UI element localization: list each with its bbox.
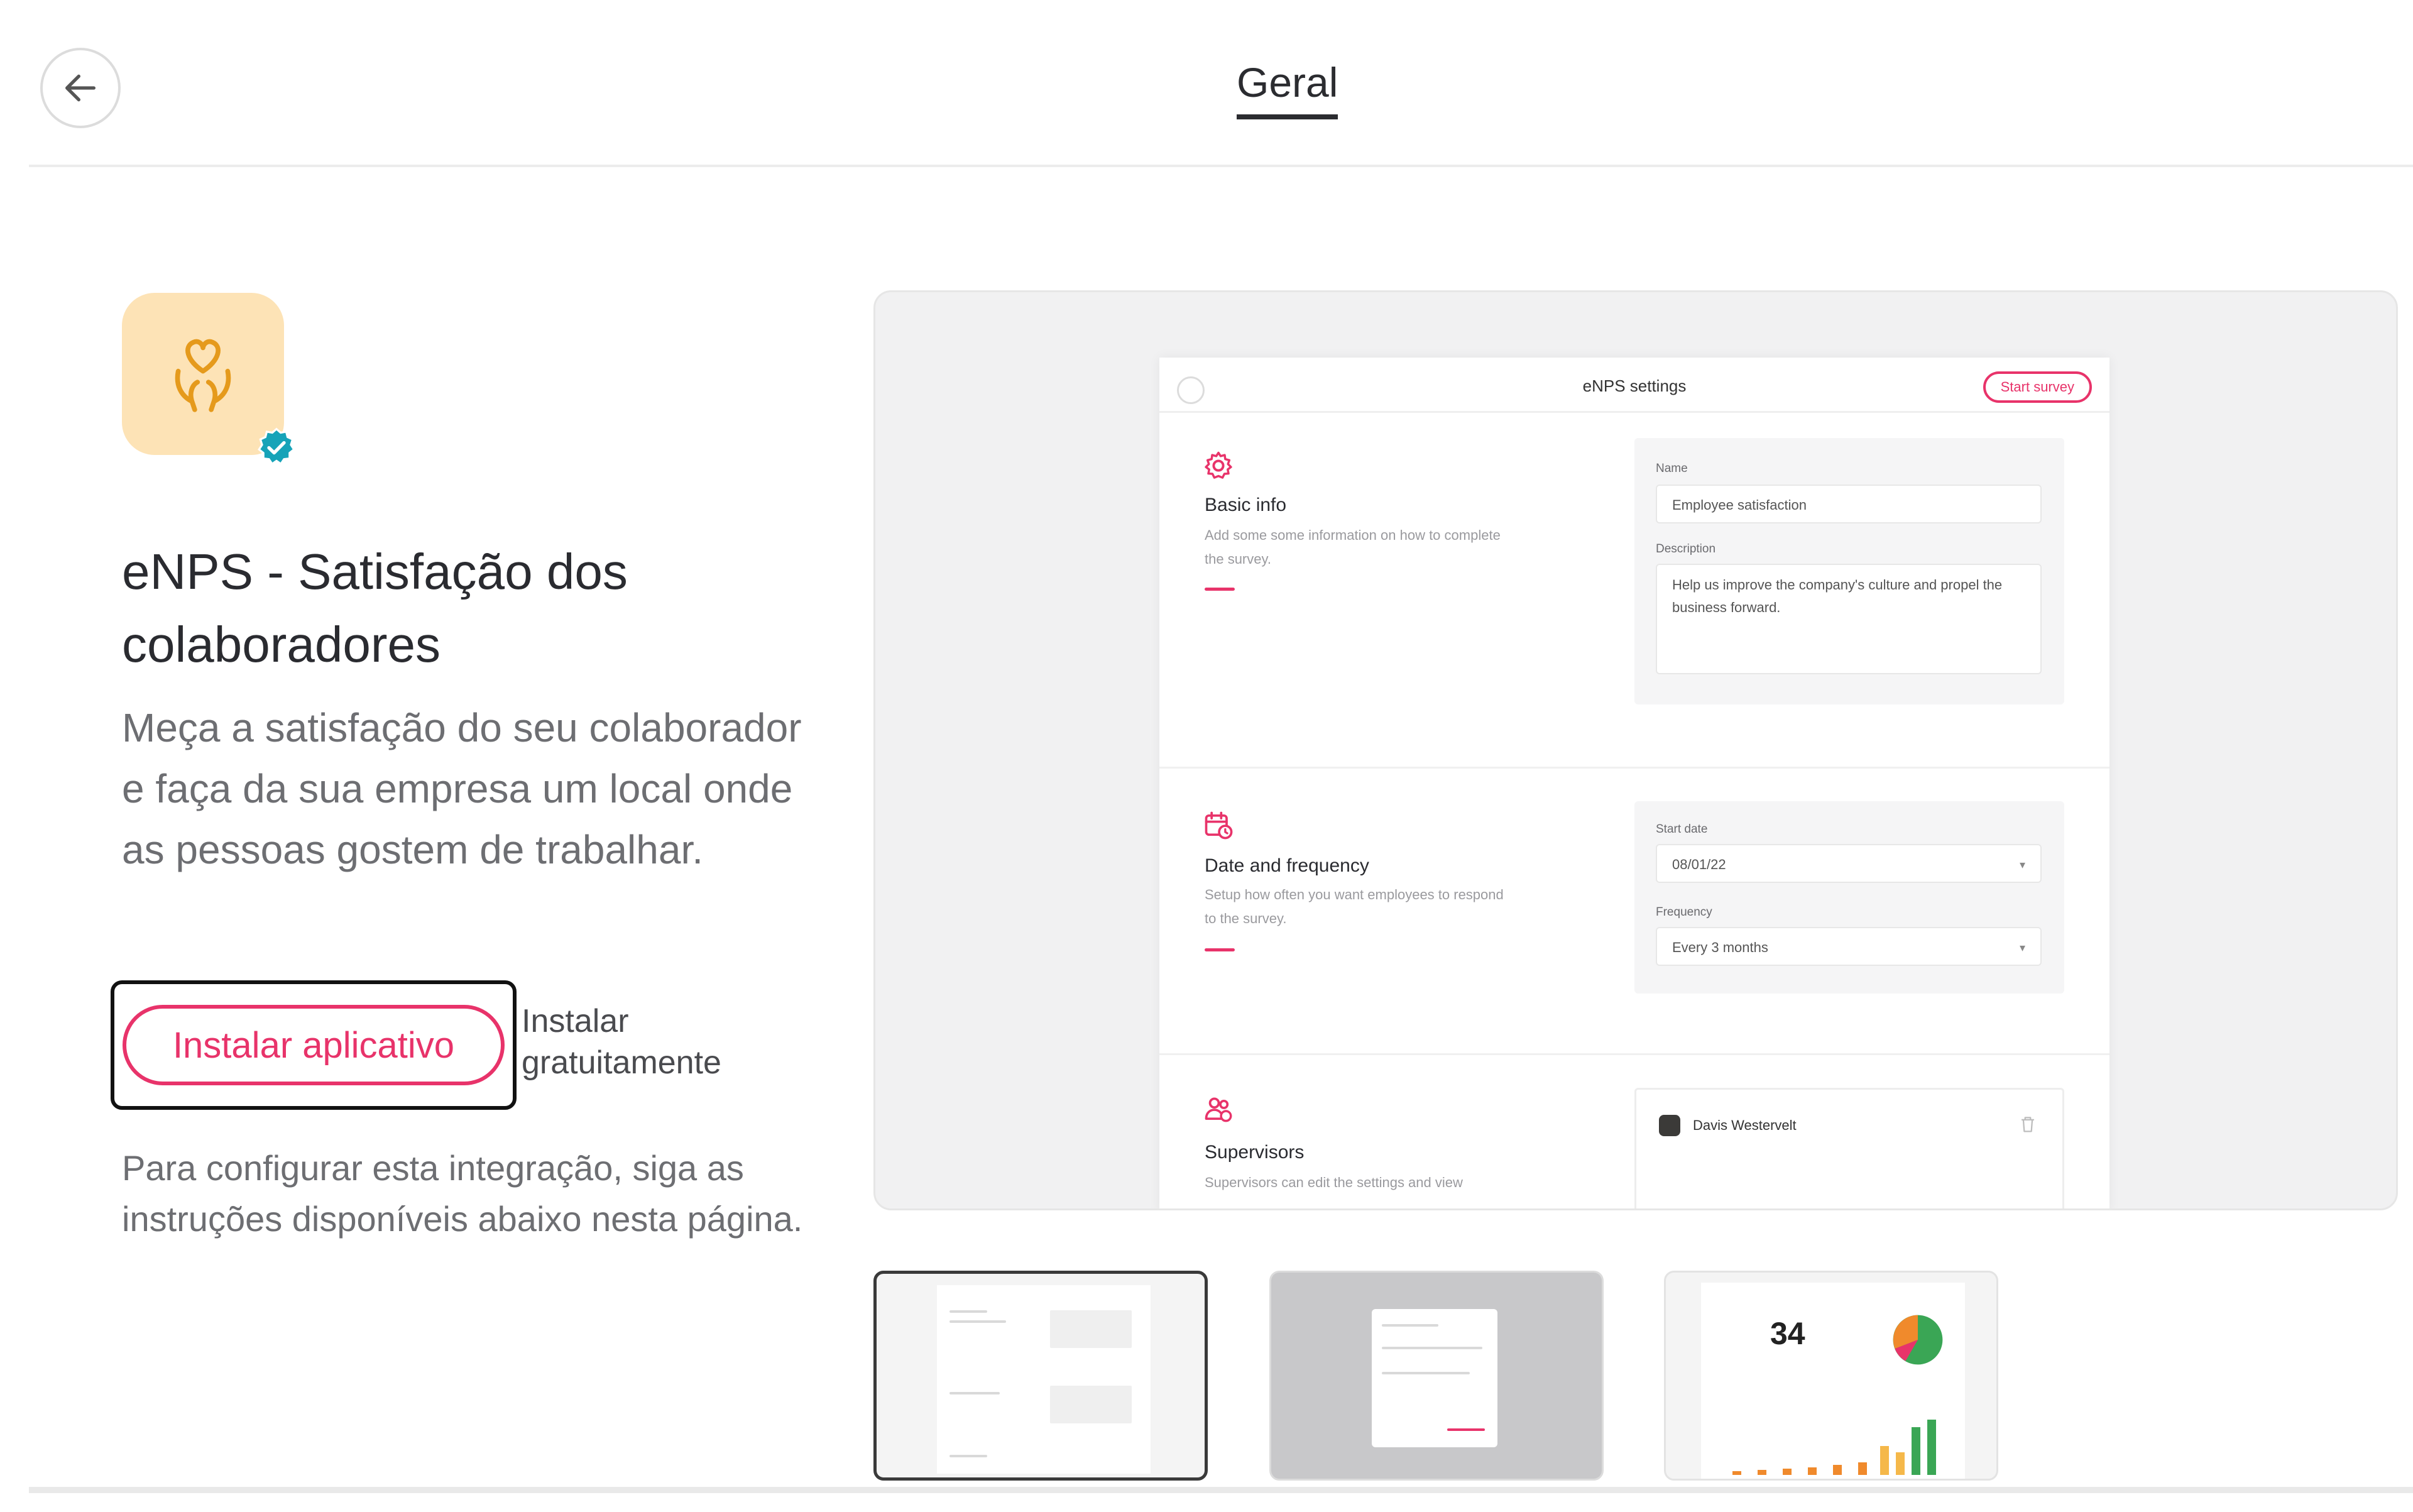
frequency-label: Frequency [1656, 906, 1712, 919]
thumb-line [1382, 1324, 1438, 1327]
frequency-select: Every 3 months ▾ [1656, 927, 2042, 966]
supervisors-section: Supervisors Supervisors can edit the set… [1159, 1055, 2109, 1208]
thumb-block [1050, 1310, 1132, 1348]
screenshot-preview[interactable]: eNPS settings Start survey Basic info Ad… [873, 290, 2398, 1210]
basic-info-title: Basic info [1205, 495, 1287, 515]
thumb-accent [1447, 1428, 1485, 1431]
thumb-line [1382, 1347, 1482, 1349]
basic-info-accent [1205, 588, 1235, 591]
thumb-line [1382, 1372, 1470, 1374]
avatar [1659, 1115, 1680, 1136]
chevron-down-icon: ▾ [2019, 858, 2025, 871]
chevron-down-icon: ▾ [2019, 941, 2025, 954]
thumbnail-sheet [937, 1285, 1151, 1474]
thumbnail-2[interactable] [1269, 1271, 1604, 1481]
thumbnail-dashboard: 34 [1701, 1283, 1965, 1479]
description-label: Description [1656, 542, 1716, 556]
start-date-label: Start date [1656, 823, 1708, 836]
heart-hands-icon [175, 339, 231, 412]
config-instructions: Para configurar esta integração, siga as… [122, 1148, 803, 1239]
app-description: Meça a satisfação do seu colaborador e f… [122, 705, 802, 872]
basic-info-form: Name Employee satisfaction Description H… [1634, 438, 2064, 704]
name-label: Name [1656, 462, 1688, 475]
date-frequency-desc: Setup how often you want employees to re… [1205, 887, 1504, 926]
tab-geral[interactable]: Geral [1237, 62, 1338, 119]
date-frequency-section: Date and frequency Setup how often you w… [1159, 769, 2109, 1055]
thumb-line [949, 1310, 987, 1313]
date-frequency-title: Date and frequency [1205, 855, 1369, 876]
thumb-line [949, 1392, 1000, 1394]
arrow-left-icon [65, 74, 96, 102]
preview-topbar: eNPS settings Start survey [1159, 358, 2109, 413]
thumbnail-1[interactable] [873, 1271, 1208, 1481]
thumb-block [1050, 1386, 1132, 1423]
name-field: Employee satisfaction [1656, 485, 2042, 523]
thumb-line [949, 1320, 1006, 1323]
date-frequency-accent [1205, 948, 1235, 951]
date-frequency-form: Start date 08/01/22 ▾ Frequency Every 3 … [1634, 801, 2064, 994]
pie-chart-icon [1893, 1315, 1943, 1365]
thumbnail-3[interactable]: 34 [1664, 1271, 1998, 1481]
install-app-button[interactable]: Instalar aplicativo [123, 1005, 505, 1085]
supervisor-name: Davis Westervelt [1693, 1117, 1797, 1133]
bar-chart-icon [1732, 1420, 1936, 1475]
start-date-value: 08/01/22 [1672, 857, 1726, 872]
supervisor-list: Davis Westervelt [1634, 1088, 2064, 1208]
start-date-select: 08/01/22 ▾ [1656, 844, 2042, 883]
supervisors-title: Supervisors [1205, 1142, 1305, 1163]
gear-icon [1205, 451, 1232, 479]
users-icon [1205, 1097, 1232, 1122]
install-focus-ring: Instalar aplicativo [111, 980, 517, 1110]
thumbnail-modal [1372, 1309, 1497, 1447]
app-title: eNPS - Satisfação dos colaboradores [122, 544, 628, 672]
preview-settings-page: eNPS settings Start survey Basic info Ad… [1159, 358, 2109, 1208]
supervisors-desc: Supervisors can edit the settings and vi… [1205, 1175, 1463, 1190]
back-button[interactable] [40, 48, 121, 128]
top-bar: Geral [29, 0, 2413, 167]
bottom-divider [29, 1487, 2413, 1493]
preview-title: eNPS settings [1582, 376, 1687, 395]
frequency-value: Every 3 months [1672, 940, 1768, 955]
trash-icon [2022, 1117, 2034, 1132]
calendar-clock-icon [1205, 811, 1233, 840]
verified-badge-icon [258, 427, 295, 466]
install-free-label: Instalar gratuitamente [522, 1003, 721, 1081]
description-field: Help us improve the company's culture an… [1656, 564, 2042, 674]
basic-info-section: Basic info Add some some information on … [1159, 413, 2109, 769]
thumb-line [949, 1455, 987, 1457]
thumb-score: 34 [1770, 1316, 1805, 1351]
basic-info-desc: Add some some information on how to comp… [1205, 527, 1501, 567]
start-survey-button: Start survey [1983, 371, 2092, 403]
